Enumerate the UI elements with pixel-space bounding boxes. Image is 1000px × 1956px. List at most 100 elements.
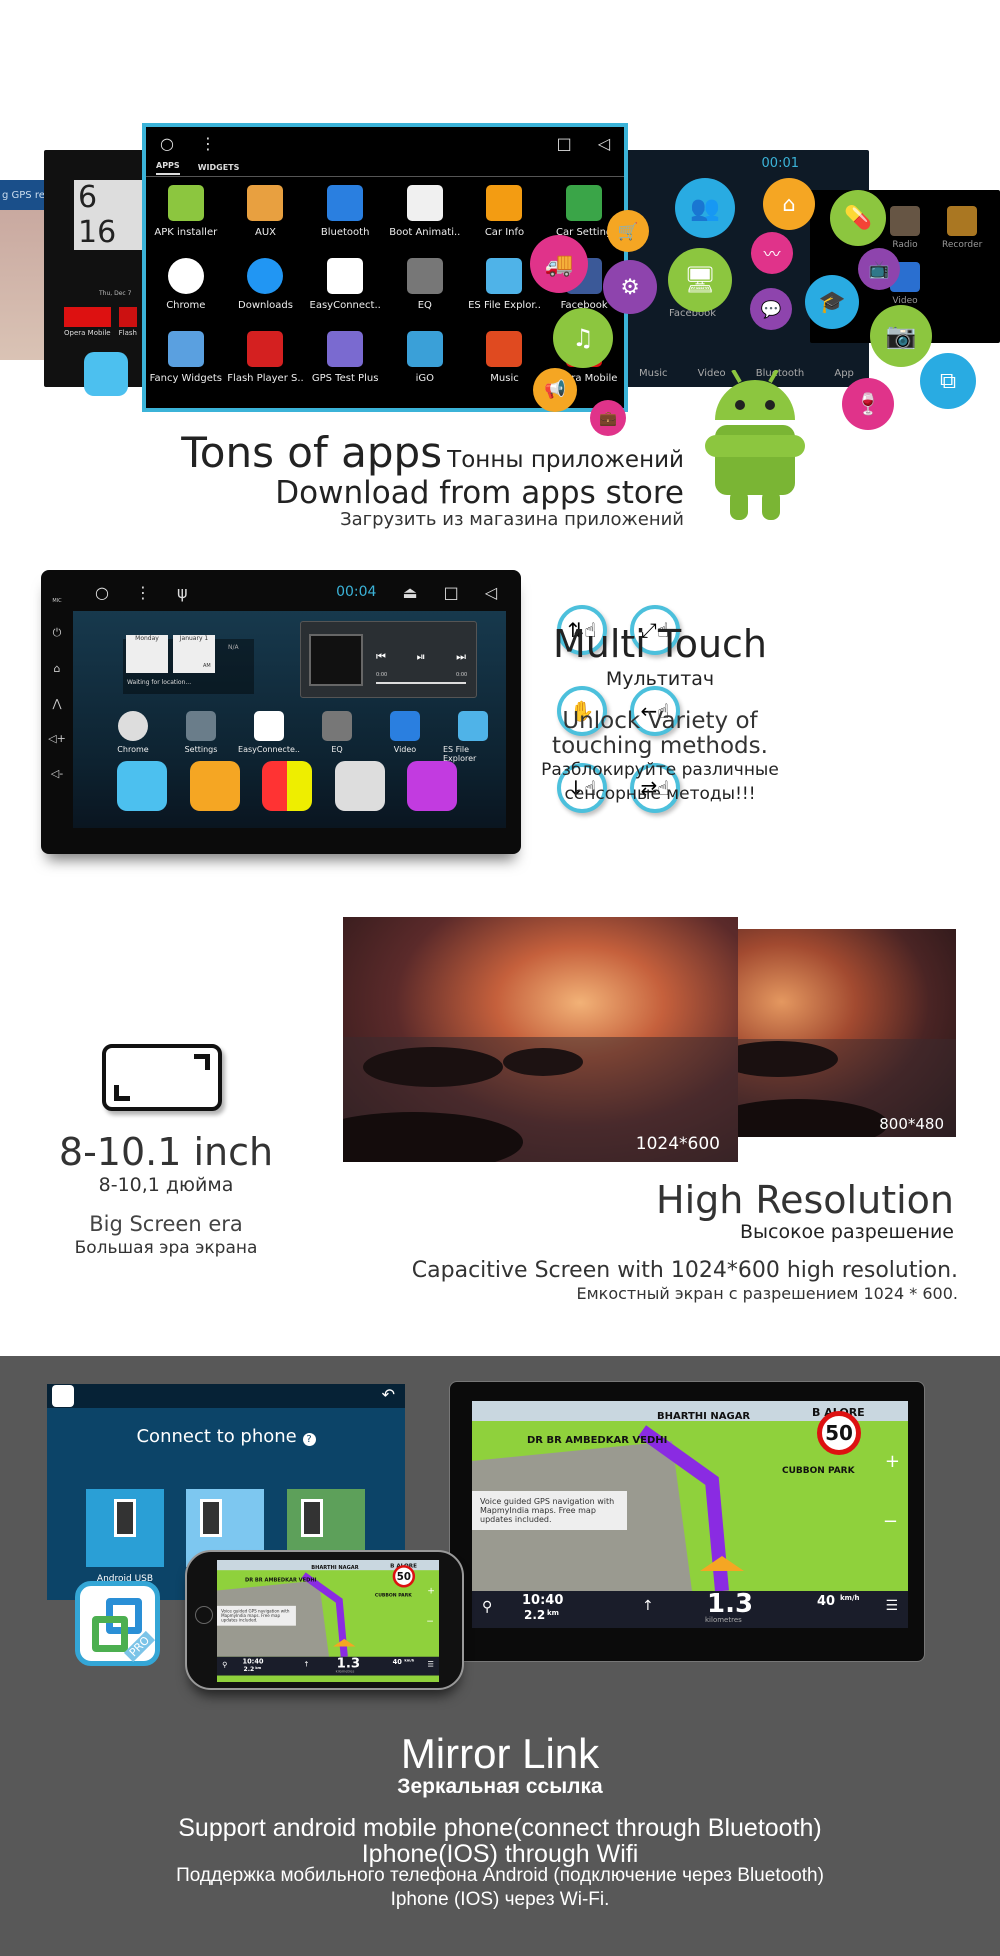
zoom-in-icon[interactable]: + bbox=[427, 1585, 435, 1596]
time-end: 0:00 bbox=[456, 672, 468, 678]
help-icon[interactable]: ? bbox=[302, 1433, 316, 1446]
app-icon bbox=[406, 258, 443, 294]
app-item[interactable]: EQ bbox=[385, 258, 465, 311]
back-icon[interactable]: ◁ bbox=[598, 134, 610, 153]
search-icon[interactable]: ⚲ bbox=[482, 1599, 492, 1615]
previous-icon[interactable]: ⏮ bbox=[376, 650, 386, 664]
search-icon[interactable]: ⚲ bbox=[222, 1661, 227, 1669]
home-circle-icon[interactable]: ○ bbox=[160, 134, 174, 153]
place-label: CUBBON PARK bbox=[782, 1466, 855, 1476]
camera-icon: 📷 bbox=[870, 305, 932, 367]
app-item[interactable]: Music bbox=[465, 331, 545, 384]
zoom-in-icon[interactable]: + bbox=[885, 1451, 900, 1472]
pro-badge: PRO bbox=[123, 1630, 156, 1663]
zoom-out-icon[interactable]: − bbox=[426, 1616, 434, 1627]
app-item[interactable]: GPS Test Plus bbox=[305, 331, 385, 384]
status-time: 00:04 bbox=[336, 584, 377, 600]
app-icon bbox=[458, 711, 488, 741]
app-item[interactable]: Settings bbox=[171, 711, 231, 763]
app-icon bbox=[486, 258, 523, 294]
app-flash[interactable]: Flash bbox=[118, 307, 137, 337]
recents-icon[interactable]: □ bbox=[444, 583, 459, 602]
power-icon[interactable]: ⏻ bbox=[53, 626, 62, 640]
head-unit-map: BHARTHI NAGARDR BR AMBEDKAR VEDHIB ALORE… bbox=[449, 1381, 925, 1662]
app-item[interactable]: EQ bbox=[307, 711, 367, 763]
head-unit-tablet: MIC ⏻ ⌂ ⋀ ◁+ ◁- ○ ⋮ ψ 00:04 ⏏ □ ◁ Monday January… bbox=[41, 570, 521, 854]
back-icon[interactable]: ◁ bbox=[485, 583, 497, 602]
mirror-title: Mirror Link bbox=[400, 1730, 600, 1777]
app-label: EQ bbox=[331, 745, 343, 754]
home-circle-icon[interactable]: ○ bbox=[95, 583, 109, 602]
volume-up-icon[interactable]: ◁+ bbox=[48, 732, 66, 745]
app-icon bbox=[486, 185, 523, 221]
app-item[interactable]: EasyConnecte.. bbox=[238, 711, 300, 763]
app-item[interactable]: Fancy Widgets bbox=[146, 331, 226, 384]
nav-icon[interactable]: ⋀ bbox=[52, 697, 61, 710]
app-opera[interactable]: Opera Mobile bbox=[64, 307, 111, 337]
app-radio[interactable]: Radio bbox=[890, 206, 920, 250]
multitouch-desc-1: Unlock Variety of bbox=[562, 708, 758, 734]
chat-icon: 💬 bbox=[750, 288, 792, 330]
location-status: Waiting for location... bbox=[127, 679, 192, 686]
home-icon[interactable]: ⌂ bbox=[54, 662, 61, 675]
mic-label: MIC bbox=[52, 598, 62, 604]
easyconnect-icon bbox=[52, 1385, 74, 1407]
app-music[interactable]: Music bbox=[639, 368, 667, 379]
app-icon bbox=[247, 258, 284, 294]
app-icon bbox=[406, 331, 443, 367]
menu-icon[interactable]: ☰ bbox=[428, 1660, 434, 1668]
volume-down-icon[interactable]: ◁- bbox=[51, 767, 63, 780]
recents-icon[interactable]: □ bbox=[557, 134, 572, 153]
app-label: Music bbox=[490, 373, 519, 384]
bluetooth-app-icon[interactable] bbox=[334, 761, 385, 811]
pill-icon: 💊 bbox=[830, 190, 886, 246]
zoom-out-icon[interactable]: − bbox=[883, 1511, 898, 1532]
app-icon bbox=[186, 711, 216, 741]
menu-dots-icon[interactable]: ⋮ bbox=[200, 134, 216, 153]
app-item[interactable]: Car Info bbox=[465, 185, 545, 238]
app-item[interactable]: Boot Animati.. bbox=[385, 185, 465, 238]
next-icon[interactable]: ⏭ bbox=[456, 650, 466, 664]
tab-widgets[interactable]: WIDGETS bbox=[198, 163, 240, 172]
app-icon bbox=[167, 258, 204, 294]
next-turn-unit: kilometres bbox=[705, 1616, 742, 1624]
app-recorder[interactable]: Recorder bbox=[942, 206, 982, 250]
app-label: EasyConnect.. bbox=[309, 300, 381, 311]
eject-icon[interactable]: ⏏ bbox=[402, 583, 417, 602]
navigation-app-icon[interactable] bbox=[117, 761, 167, 811]
turn-arrow-icon: ↑ bbox=[642, 1598, 654, 1614]
app-item[interactable]: Video bbox=[375, 711, 435, 763]
app-item[interactable]: AUX bbox=[226, 185, 306, 238]
remaining-distance: 2.2 bbox=[243, 1665, 255, 1673]
back-screen-left: 6 16 Thu, Dec 7 Opera Mobile Flash bbox=[44, 150, 144, 396]
radio-app-icon[interactable] bbox=[189, 761, 240, 811]
app-icon bbox=[390, 711, 420, 741]
menu-icon[interactable]: ☰ bbox=[885, 1598, 898, 1614]
app-item[interactable]: iGO bbox=[385, 331, 465, 384]
app-item[interactable]: Downloads bbox=[226, 258, 306, 311]
tile-android-usb[interactable] bbox=[86, 1489, 164, 1567]
app-item[interactable]: Flash Player S.. bbox=[226, 331, 306, 384]
tab-apps[interactable]: APPS bbox=[156, 161, 180, 175]
progress-bar[interactable] bbox=[376, 682, 466, 684]
navigation-icon[interactable] bbox=[84, 352, 128, 396]
app-icon bbox=[322, 711, 352, 741]
app-item[interactable]: APK installer bbox=[146, 185, 226, 238]
usb-icon: ψ bbox=[176, 582, 188, 602]
music-app-icon[interactable] bbox=[407, 761, 457, 811]
app-app[interactable]: App bbox=[834, 368, 854, 379]
app-item[interactable]: Chrome bbox=[103, 711, 163, 763]
gallery-app-icon[interactable] bbox=[262, 761, 312, 811]
app-label: APK installer bbox=[154, 227, 218, 238]
recorder-app-icon bbox=[947, 206, 978, 236]
app-icon bbox=[327, 185, 364, 221]
app-item[interactable]: EasyConnect.. bbox=[305, 258, 385, 311]
app-item[interactable]: Chrome bbox=[146, 258, 226, 311]
app-label: Chrome bbox=[166, 300, 206, 311]
menu-dots-icon[interactable]: ⋮ bbox=[135, 583, 151, 602]
speed-unit: km/h bbox=[840, 1594, 860, 1602]
back-arrow-icon[interactable]: ↶ bbox=[382, 1385, 395, 1404]
app-item[interactable]: Bluetooth bbox=[305, 185, 385, 238]
play-pause-icon[interactable]: ⏯ bbox=[417, 650, 426, 664]
app-icon bbox=[406, 185, 443, 221]
